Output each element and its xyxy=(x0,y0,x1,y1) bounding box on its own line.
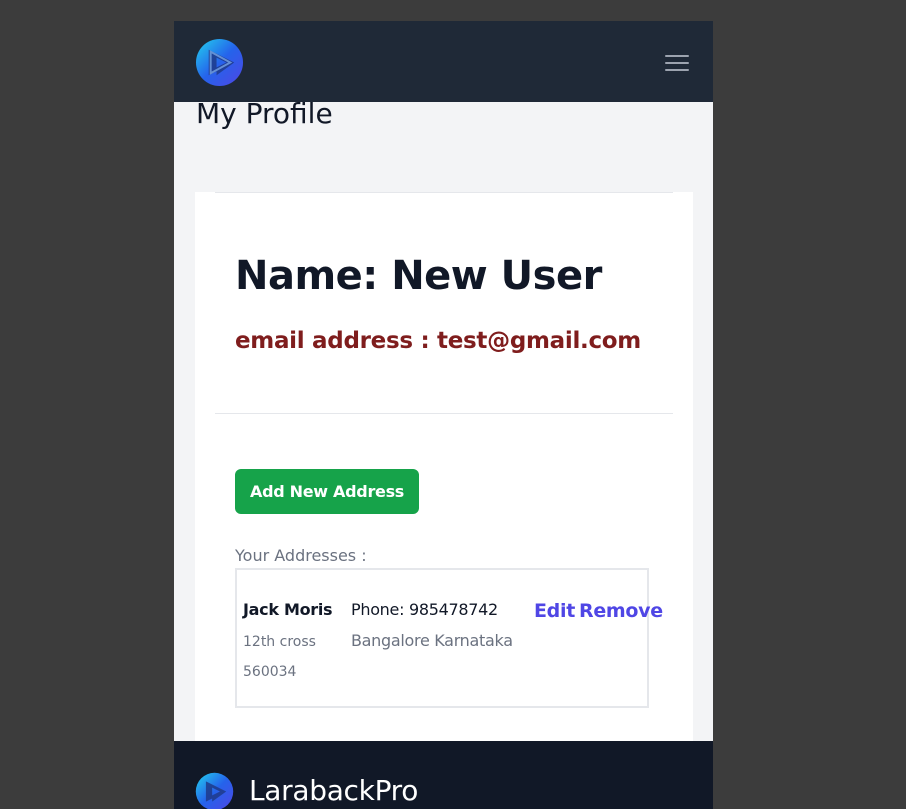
address-card: Jack Moris 12th cross 560034 Phone: 9854… xyxy=(235,568,663,708)
profile-card: Name: New User email address : test@gmai… xyxy=(195,192,693,752)
footer: LarabackPro xyxy=(174,741,713,809)
mobile-viewport: My Profile Name: New User email address … xyxy=(174,21,713,809)
remove-address-link[interactable]: Remove xyxy=(579,600,663,622)
laraback-logo-icon[interactable] xyxy=(195,38,244,87)
add-new-address-button[interactable]: Add New Address xyxy=(235,469,420,514)
addresses-section-label: Your Addresses : xyxy=(235,546,367,565)
hamburger-menu-icon[interactable] xyxy=(665,52,689,72)
footer-brand-name[interactable]: LarabackPro xyxy=(249,774,418,807)
address-pincode: 560034 xyxy=(243,664,297,680)
top-navbar xyxy=(174,21,713,102)
page-title: My Profile xyxy=(196,97,333,130)
profile-name: Name: New User xyxy=(235,253,602,299)
address-street: 12th cross xyxy=(243,634,316,650)
address-phone: Phone: 985478742 xyxy=(351,600,498,619)
profile-email: email address : test@gmail.com xyxy=(235,328,641,354)
edit-address-link[interactable]: Edit xyxy=(534,600,575,622)
address-contact-name: Jack Moris xyxy=(243,600,333,619)
footer-logo-icon[interactable] xyxy=(195,772,234,809)
section-divider xyxy=(215,413,673,414)
card-top-divider xyxy=(215,192,673,193)
address-city-state: Bangalore Karnataka xyxy=(351,631,513,650)
